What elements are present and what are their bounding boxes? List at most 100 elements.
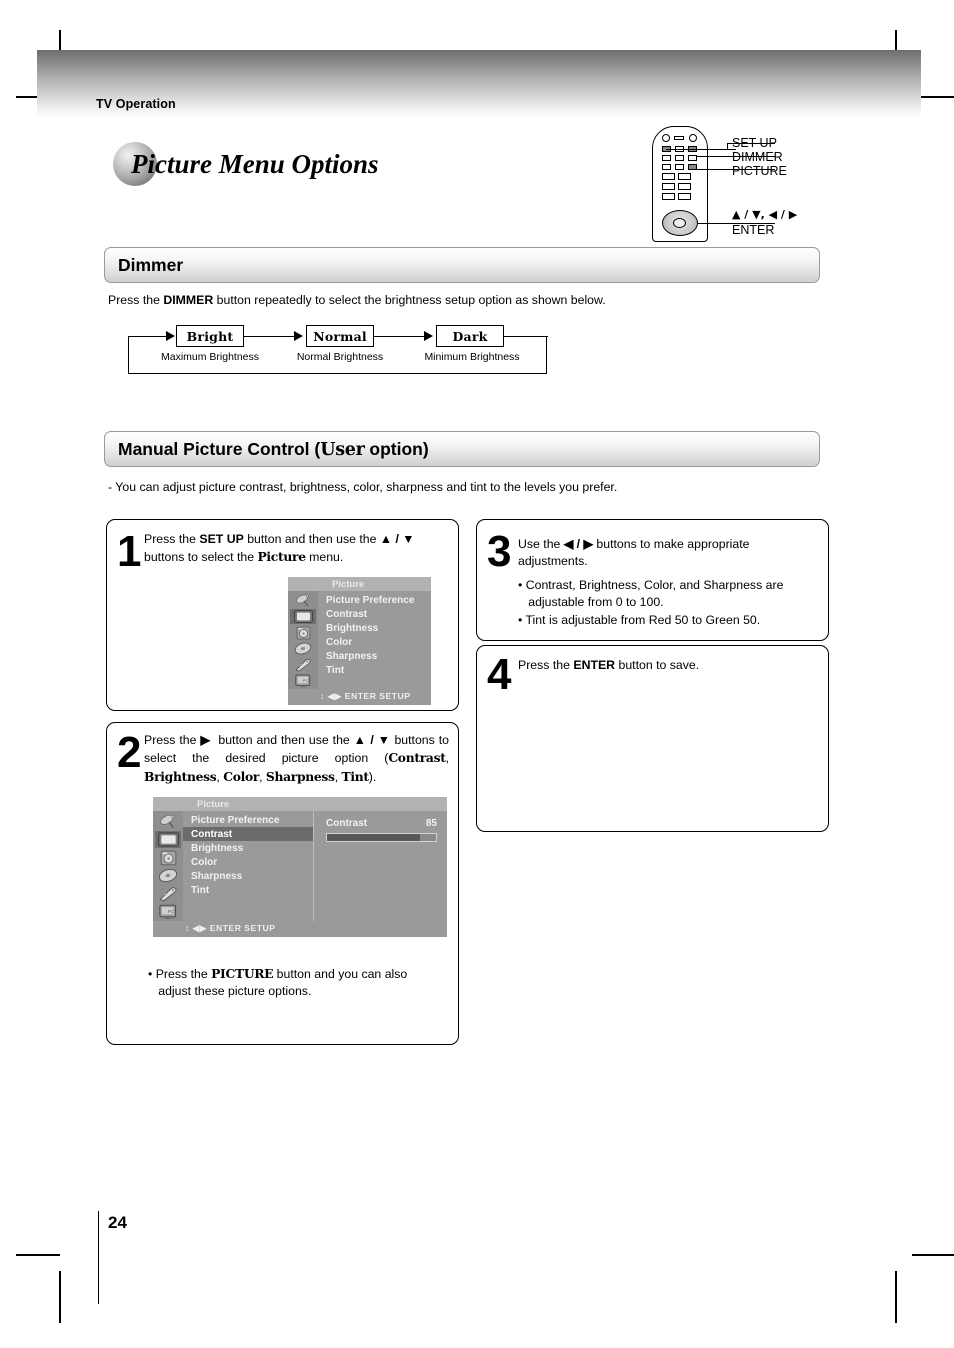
osd2-item-contrast[interactable]: Contrast [183,827,313,841]
remote-key-r2c1-icon [662,155,671,161]
osd2-detail-row: Contrast 85 [326,818,437,829]
remote-key-r2c2-icon [675,155,684,161]
remote-icon[interactable] [155,885,181,902]
step-3-bullet-1: • Contrast, Brightness, Color, and Sharp… [518,578,784,592]
remote-button-top-mid-icon [674,136,684,140]
contrast-slider[interactable] [326,833,437,842]
osd1-menu-list: Picture Preference Contrast Brightness C… [318,591,431,689]
disc-player-icon[interactable] [155,849,181,866]
remote-label-picture: PICTURE [732,164,787,178]
pc-monitor-icon[interactable]: PC [155,903,181,920]
disc-icon[interactable] [290,641,316,656]
osd2-item-brightness[interactable]: Brightness [183,841,313,855]
step-3-number: 3 [487,527,512,576]
page-number-rule [98,1211,100,1304]
chapter-title-text: Picture Menu Options [131,149,379,179]
osd2-item-color[interactable]: Color [183,855,313,869]
crop-mark-bottom-right-h [912,1254,954,1256]
remote-label-enter: ENTER [732,223,775,237]
step-1-text: Press the SET UP button and then use the… [144,532,415,565]
osd2-body: PC Picture Preference Contrast Brightnes… [153,811,447,921]
flow-loop-back-line [128,335,547,374]
osd1-item-tint[interactable]: Tint [318,663,431,677]
crop-mark-bottom-left-v [59,1271,61,1323]
dimmer-intro-prefix: Press the [108,293,164,307]
section-heading-dimmer: Dimmer [104,247,820,283]
osd2-menu-list: Picture Preference Contrast Brightness C… [183,811,313,921]
remote-key-r4c1-icon [662,173,675,180]
tv-screen-icon[interactable] [290,609,316,624]
satellite-dish-icon[interactable] [155,813,181,830]
remote-control-diagram: SET UP DIMMER PICTURE ▲ / ▼, ◀ / ▶ ENTER [652,126,922,244]
page-number: 24 [108,1213,127,1232]
osd2-detail-label: Contrast [326,818,368,829]
disc-icon[interactable] [155,867,181,884]
remote-label-dpad-arrows: ▲ / ▼, ◀ / ▶ [732,208,798,221]
svg-text:PC: PC [302,678,308,683]
running-head: TV Operation [96,97,176,111]
manual-heading-user: User [320,439,365,460]
step-4-number: 4 [487,650,512,699]
osd1-footer-text: ↕ ◀▶ ENTER SETUP [320,691,411,701]
remote-button-top-right-icon [689,134,697,142]
osd2-item-tint[interactable]: Tint [183,883,313,897]
osd1-title-bar: Picture [288,577,431,591]
manual-page: TV Operation Picture Menu Options SET UP… [0,0,954,1348]
remote-key-r5c1-icon [662,183,675,190]
step-3-text: Use the ◀ / ▶ buttons to make appropriat… [518,537,750,569]
manual-heading-suffix: option) [364,438,429,459]
osd1-item-sharpness[interactable]: Sharpness [318,649,431,663]
step-2-number: 2 [117,728,142,777]
dimmer-flow-diagram: Bright Maximum Brightness Normal Normal … [128,325,553,375]
step-2-note: • Press the PICTURE button and you can a… [148,966,408,999]
osd2-footer-hints: ↕ ◀▶ ENTER SETUP [153,921,447,936]
remote-label-dimmer: DIMMER [732,150,783,164]
remote-key-r3c1-icon [662,164,671,170]
osd2-icon-column: PC [153,811,183,921]
osd1-item-contrast[interactable]: Contrast [318,607,431,621]
osd1-icon-column: PC [288,591,318,689]
section-heading-manual-text: Manual Picture Control (User option) [105,439,429,460]
crop-mark-bottom-right-v [895,1271,897,1323]
svg-text:PC: PC [167,909,174,914]
dimmer-intro-bold: DIMMER [163,293,214,307]
osd2-detail-panel: Contrast 85 [313,811,447,921]
leader-line-dimmer [692,149,736,151]
remote-icon[interactable] [290,657,316,672]
remote-key-r6c1-icon [662,193,675,200]
step-3-bullet-1b: adjustable from 0 to 100. [518,595,664,610]
remote-key-r3c2-icon [675,164,684,170]
dimmer-intro-suffix: button repeatedly to select the brightne… [213,293,606,307]
disc-player-icon[interactable] [290,625,316,640]
osd1-item-brightness[interactable]: Brightness [318,621,431,635]
satellite-dish-icon[interactable] [290,593,316,608]
osd2-detail-value: 85 [425,818,437,829]
step-3-bullets: • Contrast, Brightness, Color, and Sharp… [518,577,823,629]
manual-heading-prefix: Manual Picture Control ( [118,438,321,459]
osd1-item-picture-preference[interactable]: Picture Preference [318,593,431,607]
tv-screen-icon[interactable] [155,831,181,848]
osd1-item-color[interactable]: Color [318,635,431,649]
pc-monitor-icon[interactable]: PC [290,673,316,688]
osd2-title-bar: Picture [153,797,447,811]
crop-mark-bottom-left-h [16,1254,60,1256]
step-3-bullet-2: • Tint is adjustable from Red 50 to Gree… [518,612,761,627]
remote-enter-key-icon [673,218,686,228]
osd2-item-picture-preference[interactable]: Picture Preference [183,813,313,827]
page-title: Picture Menu Options [113,142,379,186]
osd2-item-sharpness[interactable]: Sharpness [183,869,313,883]
remote-label-set-up: SET UP [732,136,777,150]
remote-button-power-icon [662,134,670,142]
step-4-text: Press the ENTER button to save. [518,658,700,672]
contrast-slider-fill [327,834,420,841]
section-heading-dimmer-text: Dimmer [118,254,184,275]
step-1-number: 1 [117,527,142,576]
osd1-title-text: Picture [332,578,365,590]
section-heading-manual-picture-control: Manual Picture Control (User option) [104,431,820,467]
osd1-body: PC Picture Preference Contrast Brightnes… [288,591,431,689]
osd-screen-step-2: Picture PC Picture Preference Contrast B… [153,797,447,937]
osd1-footer-hints: ↕ ◀▶ ENTER SETUP [288,689,431,704]
remote-key-r6c2-icon [678,193,691,200]
remote-key-r4c2-icon [678,173,691,180]
remote-key-r5c2-icon [678,183,691,190]
